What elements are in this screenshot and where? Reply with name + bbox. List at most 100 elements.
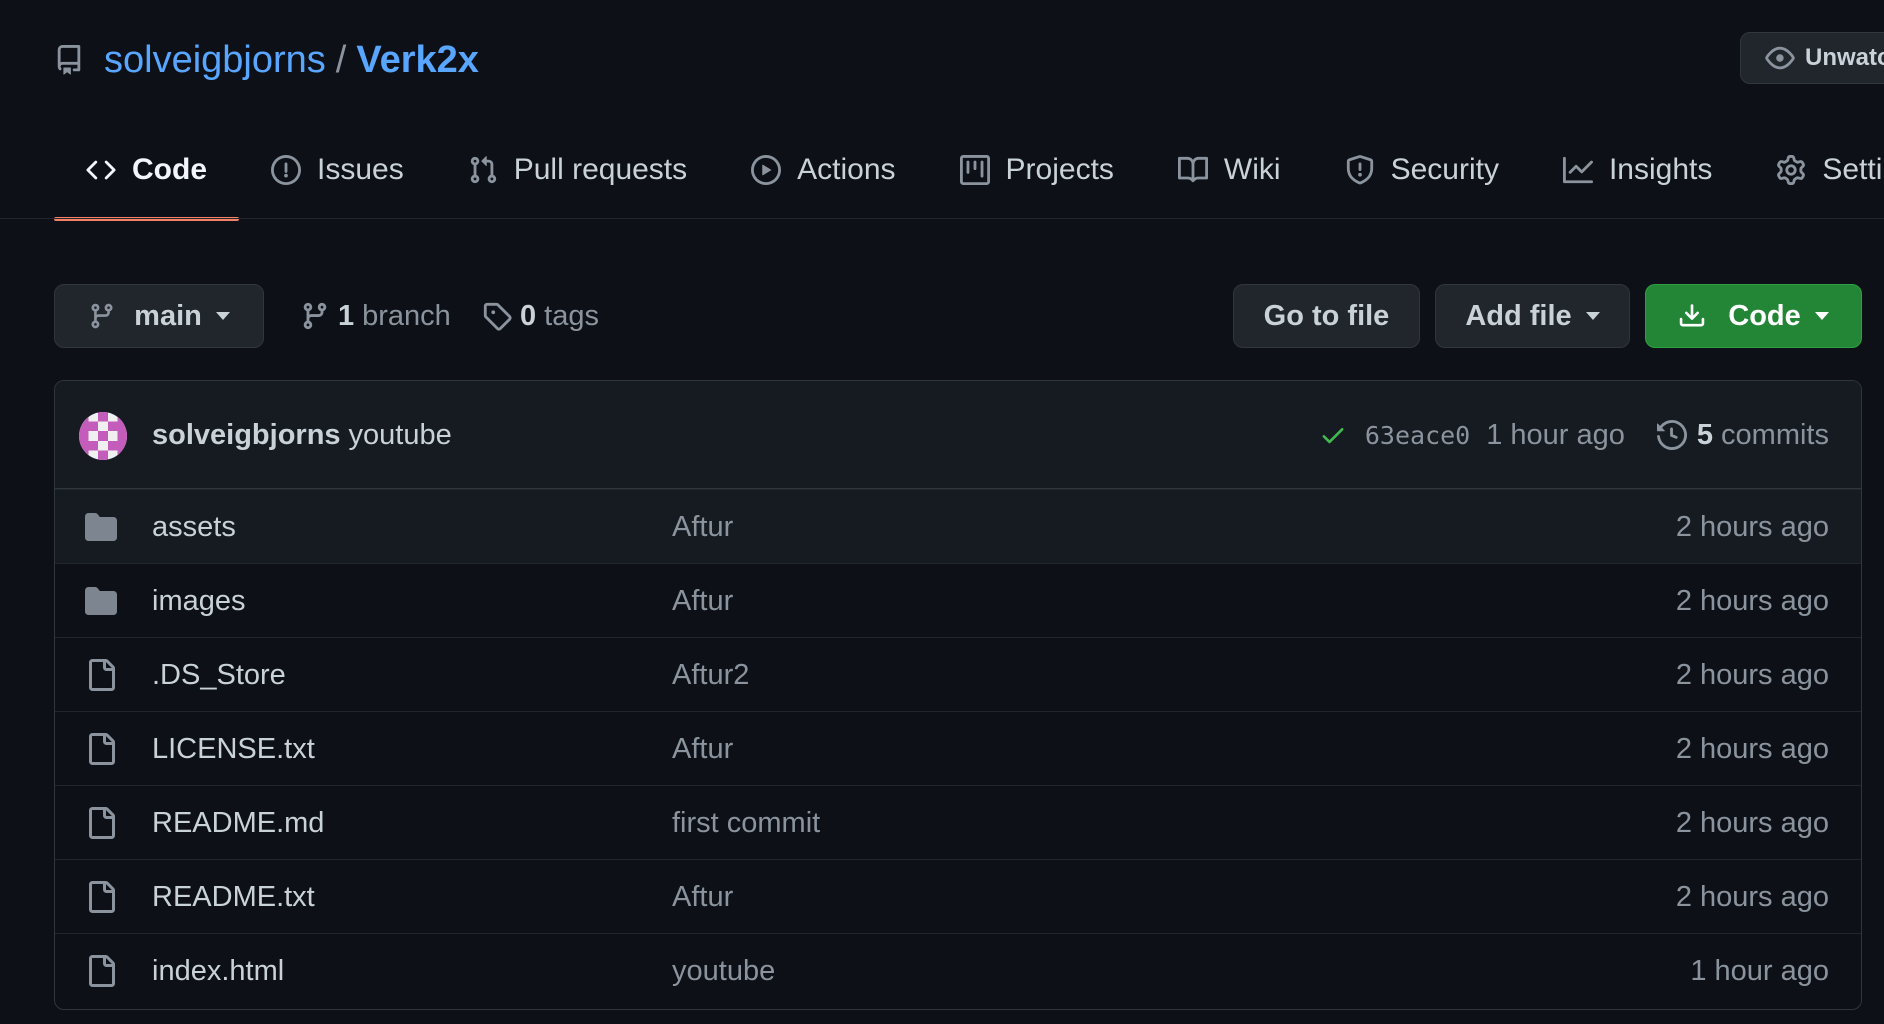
avatar[interactable]	[79, 412, 127, 460]
file-commit-time: 2 hours ago	[1675, 807, 1829, 839]
branch-count-label: branch	[362, 299, 451, 332]
history-icon	[1656, 420, 1687, 450]
file-name-link[interactable]: assets	[152, 490, 236, 564]
repo-nav-tabs: Code Issues Pull requests Actions Projec…	[54, 140, 1884, 221]
file-commit-time: 1 hour ago	[1690, 955, 1829, 987]
file-commit-message[interactable]: Aftur	[672, 712, 733, 786]
tab-settings[interactable]: Settings	[1744, 140, 1884, 200]
tab-label: Wiki	[1223, 153, 1281, 186]
unwatch-label: Unwatch	[1805, 44, 1884, 71]
commit-count: 5	[1696, 418, 1714, 451]
file-name-link[interactable]: LICENSE.txt	[152, 712, 315, 786]
tab-label: Projects	[1005, 153, 1114, 186]
check-icon[interactable]	[1319, 421, 1347, 449]
book-icon	[1177, 155, 1224, 185]
tab-issues[interactable]: Issues	[239, 140, 436, 200]
file-commit-time: 2 hours ago	[1675, 585, 1829, 617]
file-icon	[85, 807, 117, 839]
file-commit-time: 2 hours ago	[1675, 511, 1829, 543]
file-icon	[85, 733, 117, 765]
tab-insights[interactable]: Insights	[1531, 140, 1744, 200]
branch-count: 1	[338, 299, 355, 332]
download-icon	[1678, 302, 1728, 330]
file-name-link[interactable]: index.html	[152, 934, 284, 1008]
file-row[interactable]: .DS_Store Aftur2 2 hours ago	[55, 637, 1861, 711]
file-row[interactable]: LICENSE.txt Aftur 2 hours ago	[55, 711, 1861, 785]
folder-icon	[85, 511, 117, 543]
file-name-link[interactable]: README.md	[152, 786, 324, 860]
tab-label: Actions	[797, 153, 896, 186]
file-row[interactable]: README.txt Aftur 2 hours ago	[55, 859, 1861, 933]
file-commit-message[interactable]: Aftur	[672, 564, 733, 638]
tab-actions[interactable]: Actions	[719, 140, 927, 200]
chevron-down-icon	[215, 312, 230, 320]
code-icon	[86, 155, 132, 185]
branches-link[interactable]: 1 branch	[300, 284, 451, 348]
tab-label: Insights	[1608, 153, 1713, 186]
tab-code[interactable]: Code	[54, 140, 239, 221]
go-to-file-button[interactable]: Go to file	[1233, 284, 1420, 348]
commit-sha-link[interactable]: 63eace0	[1365, 421, 1470, 450]
file-commit-message[interactable]: Aftur2	[672, 638, 749, 712]
commit-message-link[interactable]: youtube	[349, 419, 452, 452]
eye-icon	[1765, 43, 1805, 73]
code-button-label: Code	[1728, 299, 1801, 332]
file-commit-time: 2 hours ago	[1675, 881, 1829, 913]
add-file-button[interactable]: Add file	[1435, 284, 1630, 348]
chevron-down-icon	[1814, 312, 1829, 320]
file-icon	[85, 881, 117, 913]
file-commit-time: 2 hours ago	[1675, 659, 1829, 691]
unwatch-button[interactable]: Unwatch	[1740, 32, 1884, 84]
shield-icon	[1345, 155, 1391, 185]
pull-request-icon	[468, 155, 514, 185]
repo-icon	[54, 45, 84, 75]
file-commit-message[interactable]: youtube	[672, 934, 775, 1008]
tab-label: Code	[132, 153, 207, 186]
commit-author-link[interactable]: solveigbjorns	[152, 419, 341, 452]
tag-count: 0	[520, 299, 537, 332]
latest-commit-bar: solveigbjorns youtube 63eace0 1 hour ago…	[55, 381, 1861, 489]
commit-count-label: commits	[1721, 418, 1829, 451]
file-commit-message[interactable]: Aftur	[672, 490, 733, 564]
file-row[interactable]: assets Aftur 2 hours ago	[55, 489, 1861, 563]
gear-icon	[1776, 155, 1822, 185]
code-download-button[interactable]: Code	[1645, 284, 1862, 348]
git-branch-icon	[88, 302, 134, 330]
file-row[interactable]: index.html youtube 1 hour ago	[55, 933, 1861, 1007]
tab-pull-requests[interactable]: Pull requests	[436, 140, 719, 200]
add-file-label: Add file	[1465, 299, 1572, 332]
file-commit-message[interactable]: first commit	[672, 786, 820, 860]
tab-wiki[interactable]: Wiki	[1146, 140, 1313, 200]
tab-label: Settings	[1822, 153, 1884, 186]
chevron-down-icon	[1585, 312, 1600, 320]
file-row[interactable]: images Aftur 2 hours ago	[55, 563, 1861, 637]
tab-projects[interactable]: Projects	[928, 140, 1146, 200]
repo-title: solveigbjorns / Verk2x	[54, 34, 479, 86]
repo-owner-link[interactable]: solveigbjorns	[104, 39, 326, 82]
file-commit-message[interactable]: Aftur	[672, 860, 733, 934]
commits-link[interactable]: 5 commits	[1697, 419, 1829, 452]
issue-icon	[271, 155, 317, 185]
file-name-link[interactable]: README.txt	[152, 860, 315, 934]
tabs-divider	[0, 218, 1884, 219]
tab-label: Issues	[317, 153, 404, 186]
file-name-link[interactable]: images	[152, 564, 246, 638]
play-icon	[751, 155, 797, 185]
branch-select-button[interactable]: main	[54, 284, 264, 348]
file-browser: solveigbjorns youtube 63eace0 1 hour ago…	[54, 380, 1862, 1010]
go-to-file-label: Go to file	[1263, 299, 1390, 332]
repo-name-link[interactable]: Verk2x	[356, 39, 479, 82]
file-icon	[85, 955, 117, 987]
file-icon	[85, 659, 117, 691]
file-row[interactable]: README.md first commit 2 hours ago	[55, 785, 1861, 859]
file-commit-time: 2 hours ago	[1675, 733, 1829, 765]
git-branch-icon	[300, 301, 338, 331]
tab-security[interactable]: Security	[1313, 140, 1531, 200]
file-name-link[interactable]: .DS_Store	[152, 638, 286, 712]
repo-separator: /	[335, 38, 347, 81]
project-icon	[959, 155, 1006, 185]
current-branch-label: main	[134, 299, 202, 332]
graph-icon	[1562, 155, 1609, 185]
tags-link[interactable]: 0 tags	[482, 284, 599, 348]
tab-label: Security	[1390, 153, 1499, 186]
